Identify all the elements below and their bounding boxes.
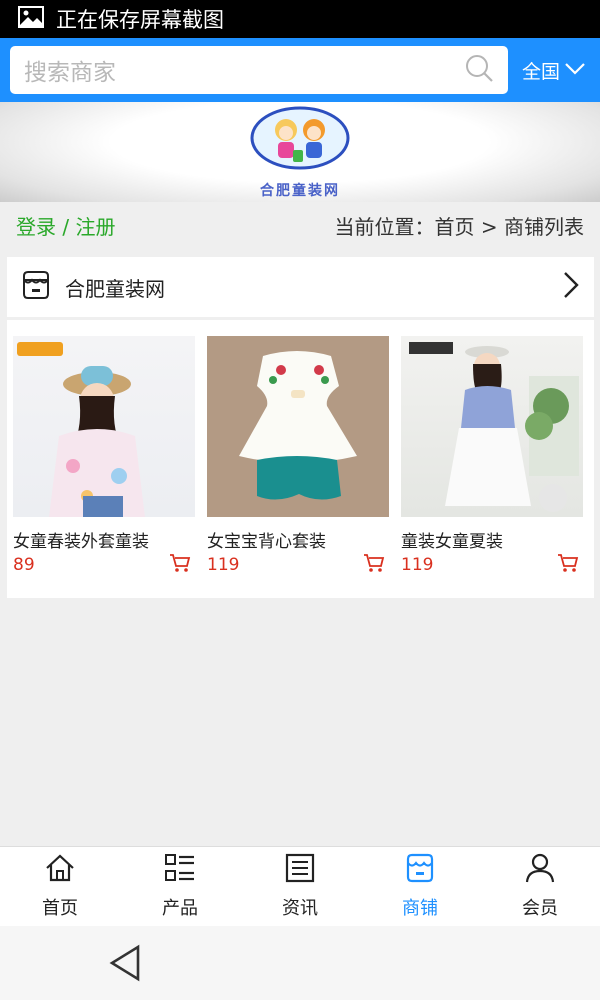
nav-label: 会员 xyxy=(522,898,558,919)
chevron-down-icon xyxy=(560,59,586,81)
product-card[interactable]: 童装女童夏装 119 xyxy=(401,336,583,598)
product-image[interactable] xyxy=(207,336,389,517)
shop-icon xyxy=(21,270,51,304)
region-selector[interactable]: 全国 xyxy=(508,57,600,84)
search-bar: 搜索商家 全国 xyxy=(0,38,600,102)
product-name[interactable]: 女宝宝背心套装 xyxy=(207,527,389,552)
product-name[interactable]: 女童春装外套童装 xyxy=(13,527,195,552)
logo-text: 合肥童装网 xyxy=(260,183,340,199)
banner: 合肥童装网 xyxy=(0,102,600,202)
back-icon[interactable] xyxy=(108,944,142,986)
product-image[interactable] xyxy=(401,336,583,517)
product-name[interactable]: 童装女童夏装 xyxy=(401,527,583,552)
nav-item-shops[interactable]: 商铺 xyxy=(360,847,480,926)
nav-label: 资讯 xyxy=(282,898,318,919)
breadcrumb: 当前位置：首页 > 商铺列表 xyxy=(334,214,584,239)
nav-label: 商铺 xyxy=(402,898,438,919)
cart-icon[interactable] xyxy=(169,553,191,577)
logo-graphic xyxy=(250,106,350,170)
nav-label: 首页 xyxy=(42,898,78,919)
nav-item-member[interactable]: 会员 xyxy=(480,847,600,926)
bottom-nav: 首页 产品 资讯 商铺 会员 xyxy=(0,846,600,926)
product-price: 119 xyxy=(207,555,240,575)
product-price: 119 xyxy=(401,555,434,575)
nav-item-news[interactable]: 资讯 xyxy=(240,847,360,926)
home-icon xyxy=(44,853,76,888)
nav-item-home[interactable]: 首页 xyxy=(0,847,120,926)
site-logo: 合肥童装网 xyxy=(240,102,360,202)
search-icon[interactable] xyxy=(464,53,494,87)
screenshot-icon xyxy=(18,6,44,32)
news-icon xyxy=(284,853,316,888)
shop-name: 合肥童装网 xyxy=(65,276,165,301)
cart-icon[interactable] xyxy=(363,553,385,577)
region-label: 全国 xyxy=(521,60,560,83)
nav-item-products[interactable]: 产品 xyxy=(120,847,240,926)
cart-icon[interactable] xyxy=(557,553,579,577)
shop-header[interactable]: 合肥童装网 xyxy=(7,257,594,317)
breadcrumb-bar: 登录 / 注册 当前位置：首页 > 商铺列表 xyxy=(0,202,600,248)
product-image[interactable] xyxy=(13,336,195,517)
search-placeholder: 搜索商家 xyxy=(24,60,116,86)
grid-list-icon xyxy=(164,853,196,888)
product-list: 女童春装外套童装 89 女宝宝背心套装 119 童装女童夏装 119 xyxy=(7,320,594,598)
nav-label: 产品 xyxy=(162,898,198,919)
system-nav-bar xyxy=(0,926,600,1000)
product-price: 89 xyxy=(13,555,35,575)
chevron-right-icon[interactable] xyxy=(562,271,580,303)
search-input[interactable]: 搜索商家 xyxy=(10,46,508,94)
user-icon xyxy=(524,853,556,888)
login-register-link[interactable]: 登录 / 注册 xyxy=(16,211,115,240)
product-card[interactable]: 女宝宝背心套装 119 xyxy=(207,336,389,598)
product-card[interactable]: 女童春装外套童装 89 xyxy=(13,336,195,598)
status-bar: 正在保存屏幕截图 xyxy=(0,0,600,38)
shop-icon xyxy=(404,853,436,888)
status-text: 正在保存屏幕截图 xyxy=(56,8,224,32)
